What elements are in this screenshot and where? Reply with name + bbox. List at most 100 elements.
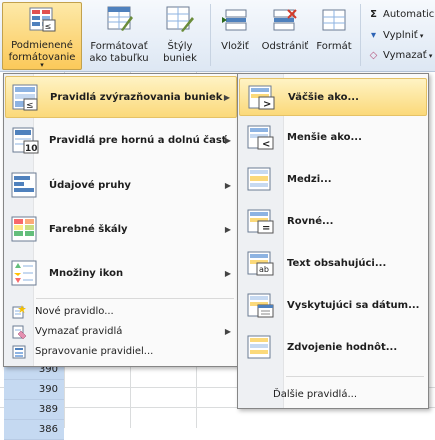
eraser-icon: ◇ xyxy=(369,50,378,61)
conditional-formatting-icon: ≤ xyxy=(29,7,56,32)
menu-separator xyxy=(286,376,424,377)
icon-sets-icon xyxy=(11,260,37,286)
conditional-formatting-label-1: Podmienené xyxy=(11,40,73,51)
ribbon: ≤ Podmienené formátovanie ▾ Formátovať a… xyxy=(0,0,435,72)
menu-item-label: Ďalšie pravidlá... xyxy=(273,389,357,400)
menu-item-more-rules[interactable]: Ďalšie pravidlá... xyxy=(239,385,427,404)
svg-text:≤: ≤ xyxy=(45,22,52,31)
symbol-label: ab xyxy=(259,265,269,274)
submenu-arrow-icon: ▶ xyxy=(223,93,230,102)
autosum-button[interactable]: Σ Automatic xyxy=(368,6,434,23)
menu-item-label: Vymazať pravidlá xyxy=(35,326,123,337)
clear-button[interactable]: ◇ Vymazať ▾ xyxy=(368,47,433,64)
delete-cells-icon xyxy=(273,9,297,31)
between-icon xyxy=(247,167,271,191)
symbol-label: > xyxy=(263,99,271,110)
delete-button[interactable]: Odstrániť xyxy=(258,2,312,70)
menu-item-greater-than[interactable]: > Väčšie ako... xyxy=(239,78,427,116)
cell-styles-label-1: Štýly xyxy=(167,41,193,52)
menu-item-label: Vyskytujúci sa dátum... xyxy=(287,300,420,311)
cell-value[interactable]: 386 xyxy=(4,420,64,440)
manage-rules-icon xyxy=(12,345,26,359)
fill-button[interactable]: ▾ Vyplniť ▾ xyxy=(368,27,423,44)
highlight-cells-rules-icon: ≤ xyxy=(12,84,38,111)
ribbon-separator xyxy=(360,4,361,66)
sigma-icon: Σ xyxy=(370,9,377,20)
svg-text:≤: ≤ xyxy=(26,101,34,111)
menu-item-top-bottom-rules[interactable]: 10 Pravidlá pre hornú a dolnú časť ▶ xyxy=(5,120,237,162)
submenu-arrow-icon: ▶ xyxy=(224,225,231,234)
submenu-arrow-icon: ▶ xyxy=(224,136,231,145)
menu-item-label: Rovné... xyxy=(287,216,334,227)
symbol-label: < xyxy=(262,139,270,150)
menu-item-color-scales[interactable]: Farebné škály ▶ xyxy=(5,209,237,251)
menu-item-equal-to[interactable]: = Rovné... xyxy=(239,204,427,240)
menu-item-data-bars[interactable]: Údajové pruhy ▶ xyxy=(5,165,237,207)
menu-item-label: Spravovanie pravidiel... xyxy=(35,346,154,357)
menu-item-label: Pravidlá pre hornú a dolnú časť xyxy=(49,135,227,146)
menu-item-label: Množiny ikon xyxy=(49,268,124,279)
menu-item-icon-sets[interactable]: Množiny ikon ▶ xyxy=(5,253,237,295)
submenu-arrow-icon: ▶ xyxy=(224,269,231,278)
menu-item-label: Pravidlá zvýrazňovania buniek xyxy=(50,92,223,103)
autosum-label: Automatic xyxy=(383,9,435,20)
cell-value[interactable]: 390 xyxy=(4,380,64,400)
menu-item-text-contains[interactable]: ab Text obsahujúci... xyxy=(239,246,427,282)
format-label: Formát xyxy=(316,41,352,52)
menu-item-label: Zdvojenie hodnôt... xyxy=(287,342,398,353)
menu-item-label: Farebné škály xyxy=(49,224,128,235)
insert-label: Vložiť xyxy=(221,41,249,52)
text-contains-icon: ab xyxy=(247,251,274,276)
format-as-table-label-1: Formátovať xyxy=(90,41,148,52)
menu-item-new-rule[interactable]: Nové pravidlo... xyxy=(5,302,237,321)
menu-item-label: Text obsahujúci... xyxy=(287,258,387,269)
menu-item-duplicate-values[interactable]: Zdvojenie hodnôt... xyxy=(239,330,427,366)
submenu-arrow-icon: ▶ xyxy=(224,327,231,336)
menu-item-highlight-cells-rules[interactable]: ≤ Pravidlá zvýrazňovania buniek ▶ xyxy=(5,76,237,118)
menu-item-label: Menšie ako... xyxy=(287,132,362,143)
menu-item-label: Nové pravidlo... xyxy=(35,306,114,317)
format-cells-icon xyxy=(322,9,346,31)
new-rule-icon xyxy=(12,305,26,319)
date-occurring-icon xyxy=(247,293,274,318)
insert-button[interactable]: Vložiť xyxy=(214,2,256,70)
menu-item-label: Údajové pruhy xyxy=(49,180,131,191)
chevron-down-icon: ▾ xyxy=(40,61,44,69)
menu-item-manage-rules[interactable]: Spravovanie pravidiel... xyxy=(5,342,237,361)
menu-item-label: Medzi... xyxy=(287,174,332,185)
less-than-icon: < xyxy=(247,125,274,150)
top-bottom-rules-icon: 10 xyxy=(12,127,39,154)
conditional-formatting-button[interactable]: ≤ Podmienené formátovanie ▾ xyxy=(2,2,82,70)
insert-cells-icon xyxy=(222,9,247,31)
menu-separator xyxy=(36,298,234,299)
delete-label: Odstrániť xyxy=(261,41,309,52)
fill-label: Vyplniť xyxy=(383,30,418,41)
fill-down-icon: ▾ xyxy=(370,30,377,41)
format-button[interactable]: Formát xyxy=(313,2,355,70)
data-bars-icon xyxy=(11,172,37,198)
menu-item-less-than[interactable]: < Menšie ako... xyxy=(239,120,427,156)
clear-rules-icon xyxy=(12,325,26,339)
cell-styles-button[interactable]: Štýly buniek xyxy=(156,2,204,70)
submenu-arrow-icon: ▶ xyxy=(224,181,231,190)
menu-item-label: Väčšie ako... xyxy=(288,92,359,103)
greater-than-icon: > xyxy=(248,85,275,110)
format-as-table-label-2: ako tabuľku xyxy=(89,53,149,64)
top-bottom-badge: 10 xyxy=(25,144,38,154)
menu-item-date-occurring[interactable]: Vyskytujúci sa dátum... xyxy=(239,288,427,324)
conditional-formatting-menu: ≤ Pravidlá zvýrazňovania buniek ▶ 10 Pra… xyxy=(3,73,239,367)
symbol-label: = xyxy=(262,223,270,234)
cell-styles-icon xyxy=(166,6,194,32)
menu-item-between[interactable]: Medzi... xyxy=(239,162,427,198)
menu-item-clear-rules[interactable]: Vymazať pravidlá ▶ xyxy=(5,322,237,341)
duplicate-values-icon xyxy=(247,335,271,359)
equal-to-icon: = xyxy=(247,209,274,234)
highlight-cells-rules-submenu: > Väčšie ako... < Menšie ako... Medzi... xyxy=(237,73,429,409)
color-scales-icon xyxy=(11,216,37,242)
ribbon-separator xyxy=(210,4,211,66)
clear-label: Vymazať xyxy=(383,50,427,61)
format-as-table-icon xyxy=(107,6,133,31)
cell-value[interactable]: 389 xyxy=(4,400,64,420)
selected-column-cells: 390 390 389 386 xyxy=(4,360,64,440)
format-as-table-button[interactable]: Formátovať ako tabuľku xyxy=(83,2,155,70)
